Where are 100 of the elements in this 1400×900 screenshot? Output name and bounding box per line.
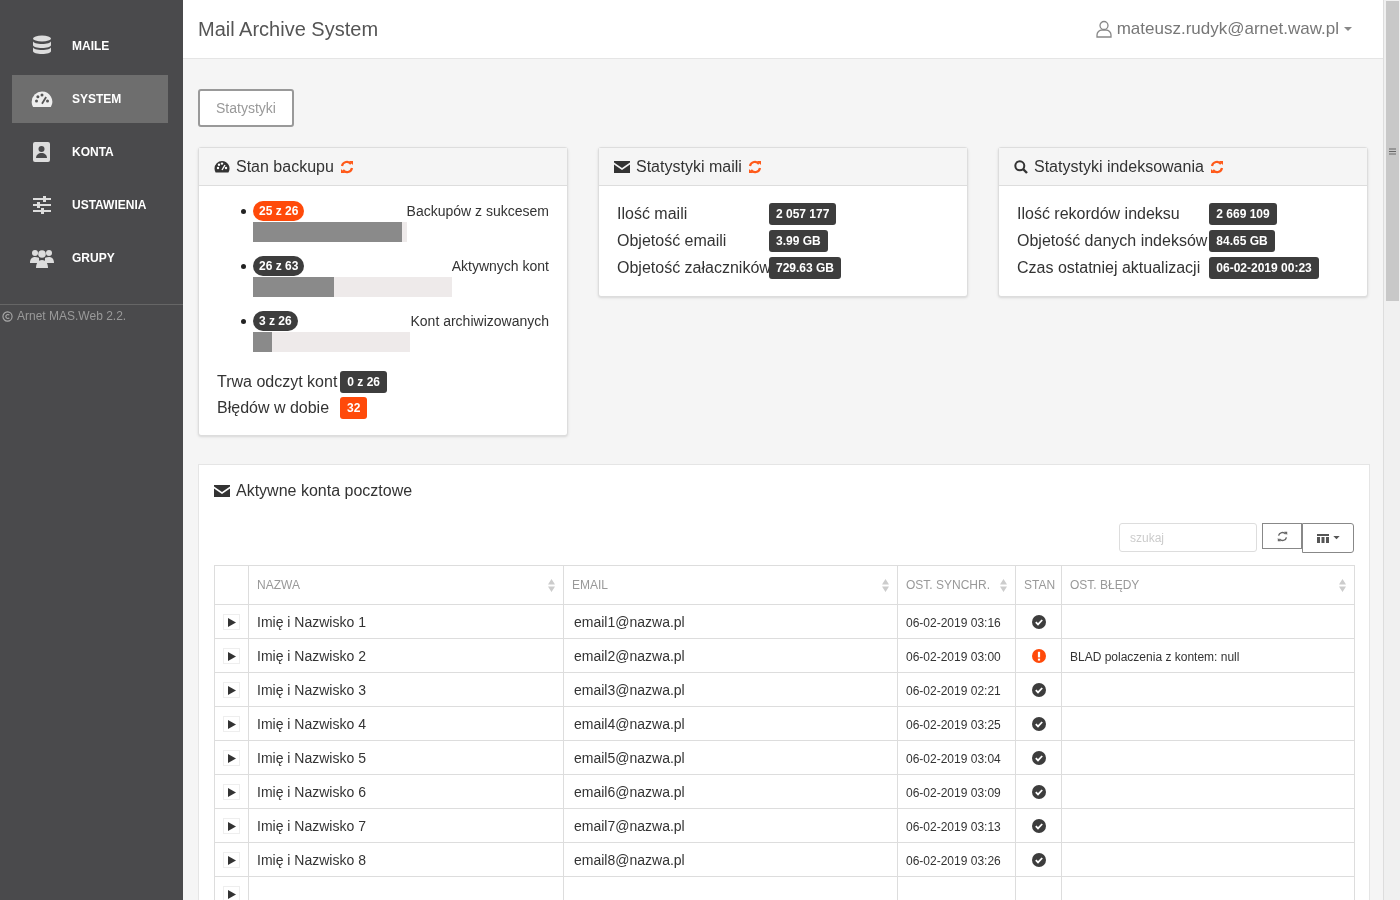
count-badge: 26 z 63 [253,256,305,276]
table-cell: 06-02-2019 03:16 [906,615,1001,630]
sidebar-item[interactable]: MAILE [12,22,168,70]
envelope-icon [214,485,230,497]
expand-button[interactable] [223,750,240,766]
summary-label: Trwa odczyt kont [217,372,338,392]
play-icon [227,719,236,729]
refresh-icon[interactable] [339,159,354,174]
expand-button[interactable] [223,716,240,732]
play-icon [227,685,236,695]
app-title: Mail Archive System [198,17,379,42]
table-cell: 06-02-2019 03:04 [906,751,1001,766]
table-cell: 06-02-2019 03:00 [906,649,1001,664]
table-cell-text: email2@nazwa.pl [573,647,685,664]
stat-label: Objetość załaczników [617,258,767,278]
tab[interactable]: Statystyki [198,89,294,127]
stat-value: 729.63 GB [769,257,842,279]
table-cell: 06-02-2019 03:13 [906,819,1001,834]
play-icon [227,617,236,627]
refresh-icon[interactable] [1209,159,1224,174]
scrollbar[interactable] [1383,0,1400,900]
panel-title: Statystyki maili [636,156,742,177]
table-cell-text: email5@nazwa.pl [573,749,685,766]
panel-title: Aktywne konta pocztowe [236,481,413,501]
table-cell: BLAD polaczenia z kontem: null [1070,649,1240,664]
caret-icon [1344,26,1352,32]
progress-label: Backupów z sukcesem [406,202,549,221]
sidebar-item[interactable]: KONTA [12,128,168,176]
version-text: Arnet MAS.Web 2.2. [17,308,127,325]
table-cell-text: email6@nazwa.pl [573,783,685,800]
expand-button[interactable] [223,886,240,900]
dashboard-icon [214,160,230,173]
play-icon [227,753,236,763]
columns-icon [1316,533,1329,543]
table-cell: Imię i Nazwisko 2 [257,647,366,664]
panel-title: Statystyki indeksowania [1034,156,1204,177]
bullet-icon [241,263,246,269]
expand-button[interactable] [223,648,240,664]
summary-label: Błędów w dobie [217,398,330,418]
count-badge: 0 z 26 [340,371,388,393]
stat-value: 06-02-2019 00:23 [1209,257,1319,279]
refresh-icon[interactable] [747,159,762,174]
table-cell-text: email7@nazwa.pl [573,817,685,834]
play-icon [227,821,236,831]
stat-label: Objetość emaili [617,231,728,251]
count-badge: 3 z 26 [253,311,298,331]
play-icon [227,855,236,865]
sidebar-item[interactable]: USTAWIENIA [12,181,168,229]
stat-label: Czas ostatniej aktualizacji [1017,258,1202,278]
stat-value: 2 669 109 [1209,203,1277,225]
expand-button[interactable] [223,818,240,834]
bullet-icon [241,208,246,214]
stat-label: Ilość rekordów indeksu [1017,204,1181,224]
stat-label: Objetość danych indeksów [1017,231,1208,251]
copyright-icon [2,310,13,322]
expand-button[interactable] [223,784,240,800]
count-badge: 32 [340,397,368,419]
scrollbar-thumb[interactable] [1385,1,1399,301]
column-header[interactable]: NAZWA [257,576,300,594]
caret-icon [1332,536,1340,540]
table-cell-text: email8@nazwa.pl [573,851,685,868]
table-cell: Imię i Nazwisko 7 [257,817,366,834]
sliders-icon [32,195,52,215]
play-icon [227,651,236,661]
database-icon [32,35,52,57]
user-icon [1095,20,1112,38]
table-cell-text: email3@nazwa.pl [573,681,685,698]
expand-button[interactable] [223,852,240,868]
refresh-button[interactable] [1262,523,1302,549]
expand-button[interactable] [223,682,240,698]
refresh-icon [1276,530,1288,542]
bullet-icon [241,318,246,324]
user-menu[interactable]: mateusz.rudyk@arnet.waw.pl [1095,16,1368,42]
table-cell: Imię i Nazwisko 3 [257,681,366,698]
dashboard-icon [31,90,53,108]
expand-button[interactable] [223,614,240,630]
stat-value: 84.65 GB [1209,230,1275,252]
sidebar-item[interactable]: GRUPY [12,234,168,282]
group-icon [30,248,54,268]
stat-label: Ilość maili [617,204,689,224]
progress-label: Kont archiwizowanych [410,312,549,331]
table-cell-text: email4@nazwa.pl [573,715,685,732]
play-icon [227,787,236,797]
table-cell-text: email1@nazwa.pl [573,613,685,630]
envelope-icon [614,160,630,173]
column-header[interactable]: EMAIL [572,576,608,594]
table-cell: 06-02-2019 03:09 [906,785,1001,800]
search-icon [1014,159,1028,174]
contact-card-icon [32,141,52,163]
table-cell: Imię i Nazwisko 5 [257,749,366,766]
table-cell: 06-02-2019 03:25 [906,717,1001,732]
columns-button[interactable] [1302,523,1354,553]
column-header[interactable]: OST. BŁĘDY [1070,576,1140,594]
table-cell: Imię i Nazwisko 6 [257,783,366,800]
table-cell: 06-02-2019 02:21 [906,683,1001,698]
stat-value: 3.99 GB [769,230,828,252]
sidebar-item[interactable]: SYSTEM [12,75,168,123]
progress-label: Aktywnych kont [451,257,549,276]
play-icon [227,889,236,899]
table-cell: Imię i Nazwisko 1 [257,613,366,630]
